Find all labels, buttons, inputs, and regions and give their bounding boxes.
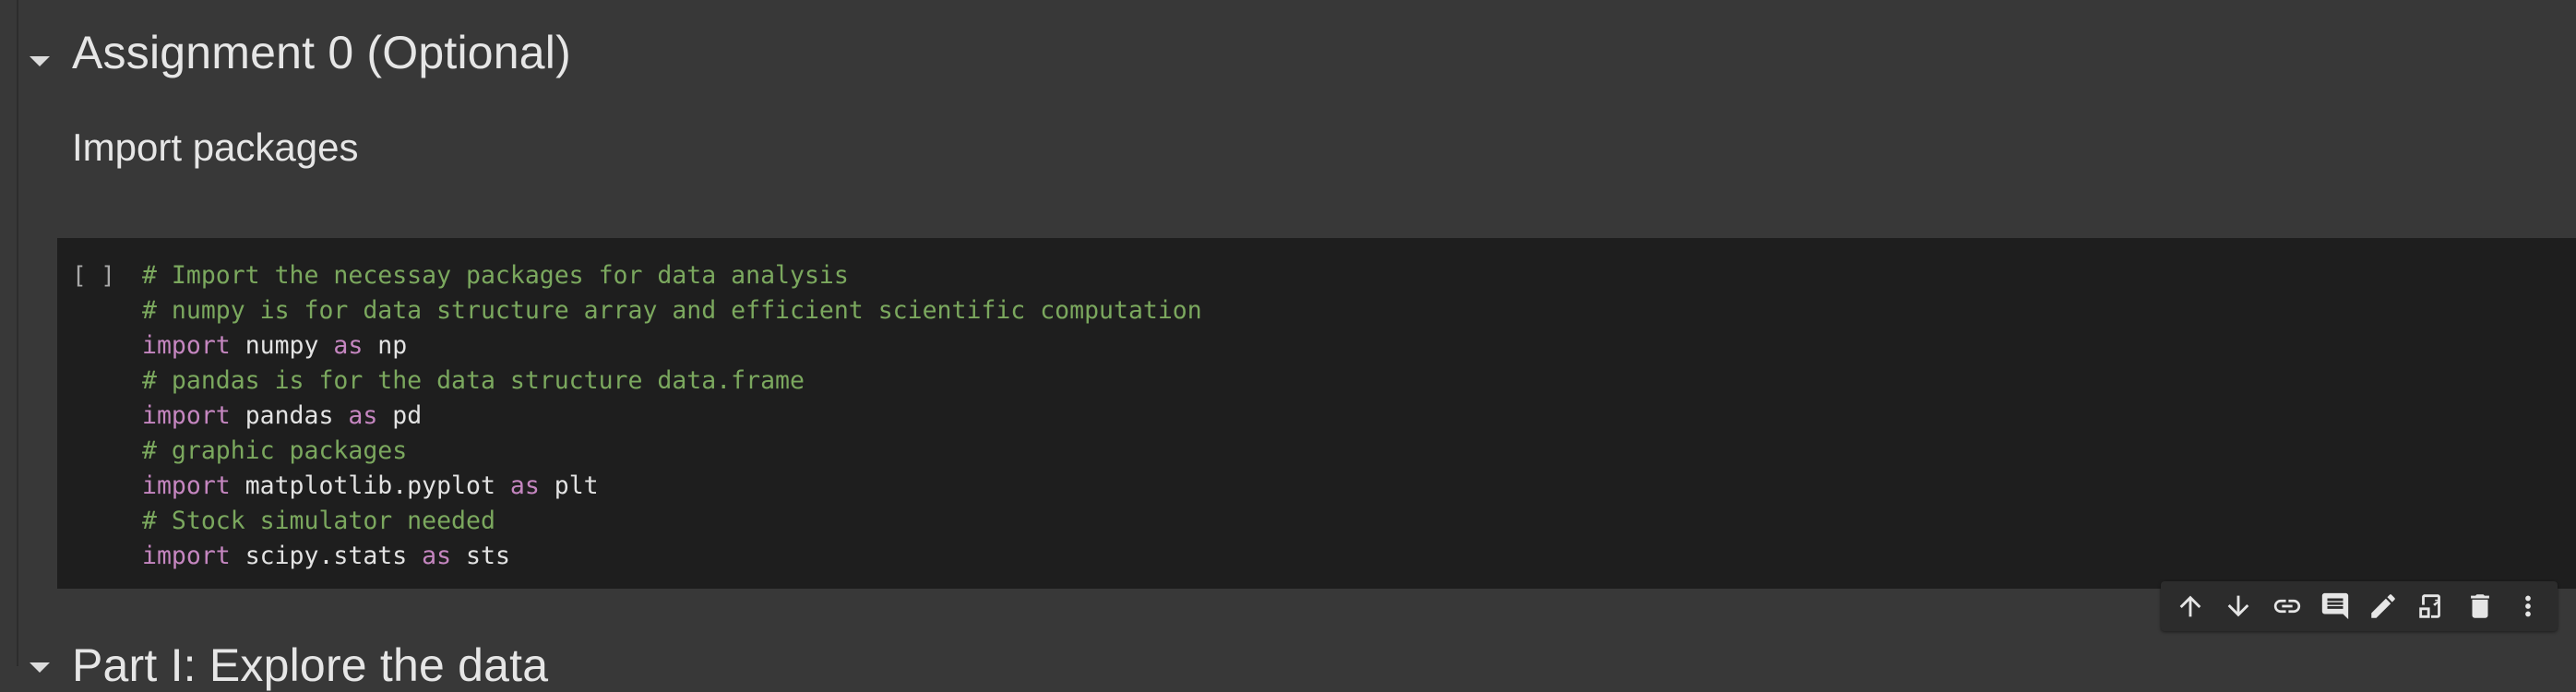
code-token-keyword: as [509,471,540,500]
notebook-left-rail [17,0,18,666]
code-line: # Import the necessay packages for data … [142,258,1202,293]
code-line: # pandas is for the data structure data.… [142,364,1202,399]
code-line: import matplotlib.pyplot as plt [142,469,1202,504]
link-to-cell-button[interactable] [2267,586,2308,626]
mirror-tab-icon [2419,594,2441,618]
collapse-section-caret-icon[interactable] [30,662,50,673]
code-token-keyword: import [142,542,231,570]
code-token-comment: # pandas is for the data structure data.… [142,366,805,395]
code-token-plain: numpy [230,331,334,360]
code-line: import scipy.stats as sts [142,539,1202,574]
code-token-comment: # graphic packages [142,436,408,465]
collapse-section-caret-icon[interactable] [30,56,50,66]
code-token-comment: # numpy is for data structure array and … [142,296,1202,325]
code-line: import pandas as pd [142,399,1202,434]
code-token-keyword: import [142,471,231,500]
code-token-plain: matplotlib.pyplot [230,471,510,500]
code-token-plain: plt [539,471,599,500]
code-line: # numpy is for data structure array and … [142,293,1202,328]
cell-toolbar [2161,581,2558,631]
mirror-cell-button[interactable] [2411,586,2451,626]
code-token-plain: pd [377,401,423,430]
trash-icon [2470,594,2489,618]
comment-icon [2321,592,2349,620]
code-token-keyword: import [142,331,231,360]
link-icon [2273,599,2300,614]
code-cell[interactable]: [ ] # Import the necessay packages for d… [57,238,2576,589]
code-line: import numpy as np [142,328,1202,364]
code-token-keyword: as [348,401,378,430]
code-token-keyword: as [422,542,452,570]
arrow-down-icon [2228,595,2249,617]
code-token-plain: sts [451,542,510,570]
section-heading-assignment: Assignment 0 (Optional) [72,27,571,78]
section-heading-part-1: Part I: Explore the data [72,639,549,691]
move-cell-down-button[interactable] [2218,586,2259,626]
code-token-comment: # Import the necessay packages for data … [142,261,849,290]
add-comment-button[interactable] [2315,586,2355,626]
code-token-plain: np [363,331,408,360]
run-cell-indicator[interactable]: [ ] [72,258,115,293]
more-actions-button[interactable] [2508,586,2548,626]
code-token-plain: pandas [230,401,349,430]
code-token-keyword: as [333,331,364,360]
more-vert-icon [2525,595,2531,617]
code-token-comment: # Stock simulator needed [142,507,495,535]
code-line: # Stock simulator needed [142,504,1202,539]
edit-cell-button[interactable] [2363,586,2403,626]
code-editor[interactable]: # Import the necessay packages for data … [142,258,1202,574]
arrow-up-icon [2179,595,2201,617]
subsection-heading-import-packages: Import packages [72,125,359,169]
code-token-keyword: import [142,401,231,430]
code-line: # graphic packages [142,434,1202,469]
pencil-icon [2371,594,2395,618]
delete-cell-button[interactable] [2460,586,2500,626]
code-token-plain: scipy.stats [230,542,423,570]
move-cell-up-button[interactable] [2170,586,2211,626]
